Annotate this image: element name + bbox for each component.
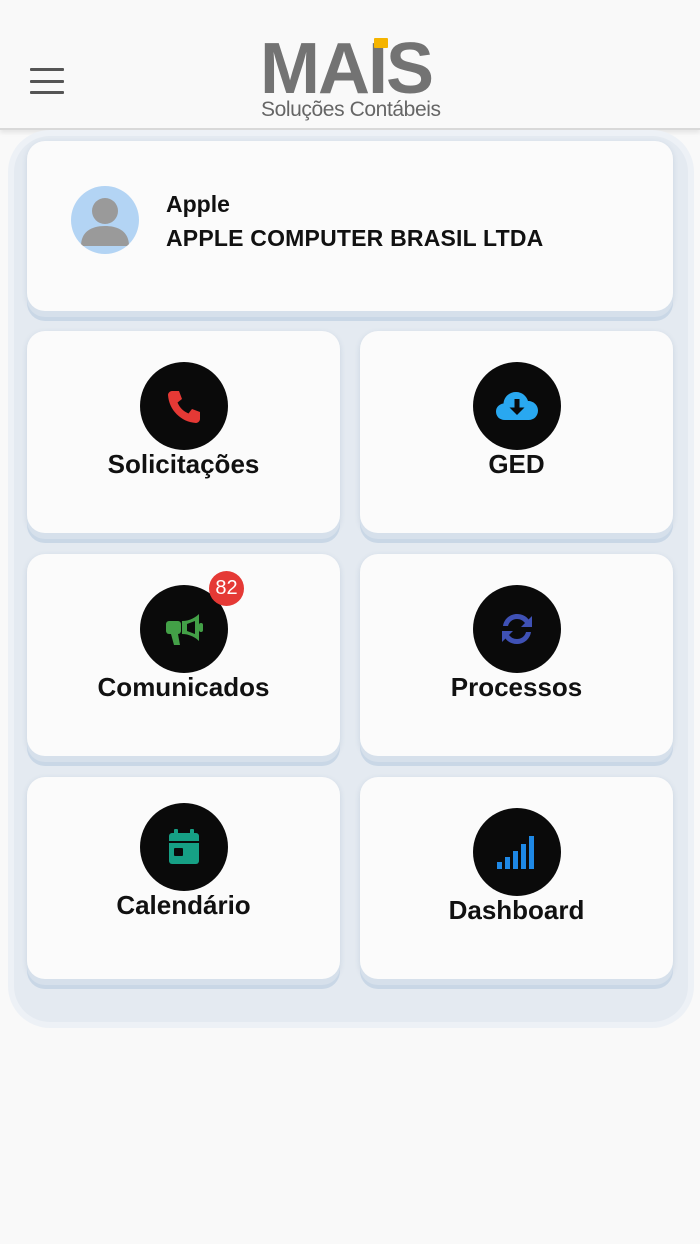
logo-wordmark: MAIS: [260, 29, 434, 109]
cloud-download-icon: [473, 362, 561, 450]
sync-icon: [473, 585, 561, 673]
tile-dashboard[interactable]: Dashboard: [360, 777, 673, 979]
unread-count-badge: 82: [209, 571, 244, 606]
tile-ged[interactable]: GED: [360, 331, 673, 533]
logo-tagline: Soluções Contábeis: [261, 98, 441, 121]
phone-icon: [140, 362, 228, 450]
tile-solicitacoes[interactable]: Solicitações: [27, 331, 340, 533]
app-header: MAIS Soluções Contábeis: [0, 0, 700, 130]
logo-accent-dot: [374, 38, 388, 48]
profile-card[interactable]: Apple APPLE COMPUTER BRASIL LTDA: [27, 141, 673, 311]
company-logo: MAIS Soluções Contábeis: [258, 29, 442, 126]
tile-label: Comunicados: [97, 672, 270, 702]
tile-label: Calendário: [116, 890, 251, 920]
tile-label: Dashboard: [448, 895, 585, 925]
tile-label: Solicitações: [107, 449, 260, 479]
tile-comunicados[interactable]: 82 Comunicados: [27, 554, 340, 756]
tile-calendario[interactable]: Calendário: [27, 777, 340, 979]
profile-name: Apple: [166, 191, 230, 217]
tile-processos[interactable]: Processos: [360, 554, 673, 756]
calendar-icon: [140, 803, 228, 891]
user-avatar-icon: [71, 186, 139, 254]
hamburger-menu-icon[interactable]: [30, 68, 64, 94]
tile-label: Processos: [450, 672, 583, 702]
profile-company: APPLE COMPUTER BRASIL LTDA: [166, 225, 544, 251]
tile-label: GED: [488, 449, 545, 479]
signal-bars-icon: [473, 808, 561, 896]
